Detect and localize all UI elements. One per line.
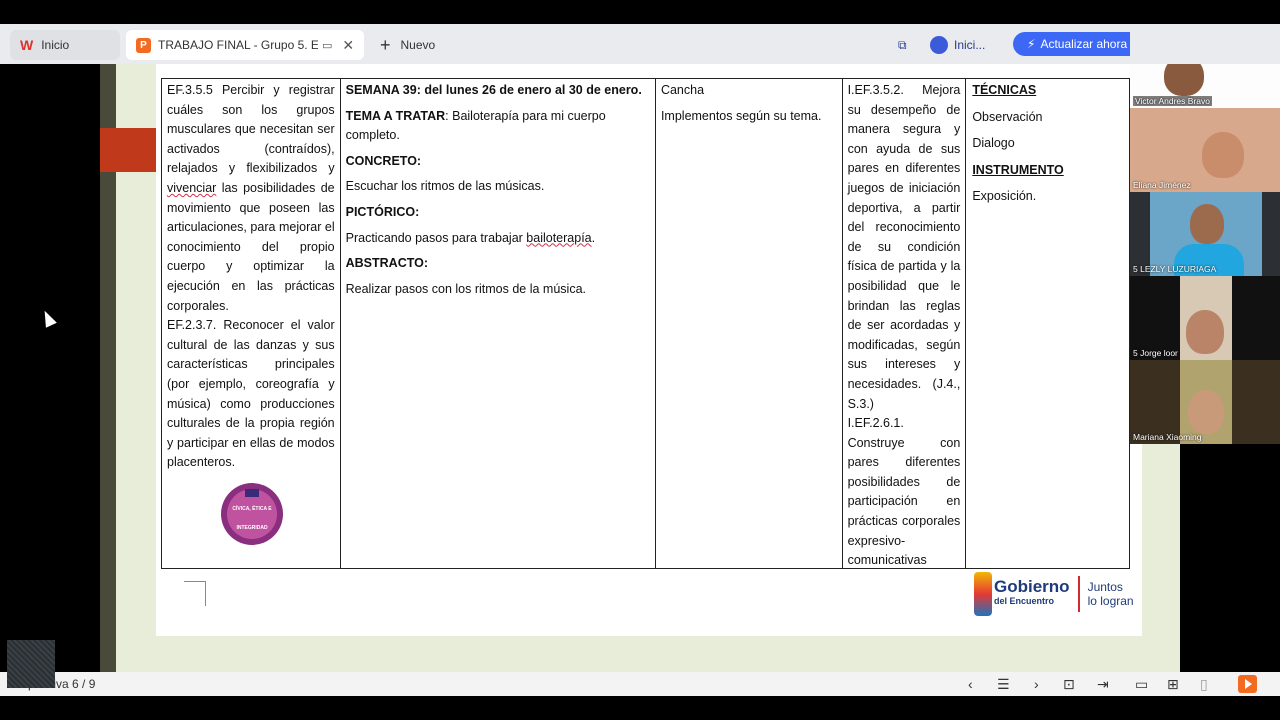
participant-tile[interactable]: 5 LEZLY LUZURIAGA	[1130, 192, 1280, 276]
participant-face	[1164, 64, 1204, 96]
status-bar: Diapositiva 6 / 9 ‹ ☰ › ⊡ ⇥ ▭ ⊞ ▯	[0, 672, 1280, 696]
presentation-icon: P	[136, 37, 151, 53]
reading-view-icon[interactable]: ▯	[1200, 676, 1208, 692]
webcam-thumbnail	[7, 640, 55, 688]
flag-icon	[245, 488, 259, 497]
concrete-label: CONCRETO:	[345, 153, 422, 168]
technique-observation: Observación	[972, 109, 1043, 124]
bottom-letterbox	[0, 696, 1280, 720]
concrete-text: Escuchar los ritmos de las músicas.	[345, 179, 545, 194]
logo-encuentro: del Encuentro	[994, 596, 1055, 606]
participant-face	[1202, 132, 1244, 178]
table-col-skills: EF.3.5.5 Percibir y registrar cuáles son…	[162, 79, 341, 568]
indicator-text-2: I.EF.2.6.1. Construye con pares diferent…	[847, 416, 961, 568]
prev-slide-icon[interactable]: ‹	[968, 676, 973, 692]
update-now-button[interactable]: ⚡ Actualizar ahora	[1013, 32, 1130, 56]
fit-slide-icon[interactable]: ⊡	[1063, 676, 1075, 692]
table-col-activities: SEMANA 39: del lunes 26 de enero al 30 d…	[341, 79, 656, 568]
notes-icon[interactable]: ☰	[997, 676, 1010, 692]
skill-text-1a: EF.3.5.5 Percibir y registrar cuáles son…	[167, 83, 335, 176]
participant-face	[1188, 390, 1224, 434]
tab-new[interactable]: + Nuevo	[378, 30, 458, 60]
government-logo: Gobierno del Encuentro Juntos lo logran	[974, 566, 1144, 622]
tab-document-title: TRABAJO FINAL - Grupo 5. E	[158, 38, 318, 52]
lightning-icon: ⚡	[1027, 37, 1036, 51]
skill-text-1c: las posibilidades de movimiento que pose…	[167, 180, 335, 313]
pictoric-row: Practicando pasos para trabajar bailoter…	[345, 230, 596, 245]
table-col-resources: Cancha Implementos según su tema.	[656, 79, 843, 568]
user-label: Inici...	[954, 38, 986, 52]
participant-tile[interactable]: Eliana Jiménez	[1130, 108, 1280, 192]
monitor-icon: ▭	[322, 39, 333, 52]
participant-name: 5 Jorge loor	[1133, 348, 1178, 358]
slide-red-accent	[100, 128, 156, 172]
grid-view-icon[interactable]: ⊞	[1167, 676, 1179, 692]
user-avatar-icon	[930, 36, 948, 54]
tab-document[interactable]: P TRABAJO FINAL - Grupo 5. E ▭ ✕	[126, 30, 364, 60]
update-now-label: Actualizar ahora	[1040, 37, 1128, 51]
participant-tile[interactable]: 5 Jorge loor	[1130, 276, 1280, 360]
resource-place: Cancha	[660, 83, 705, 97]
indicator-text-1: I.EF.3.5.2. Mejora su desempeño de maner…	[847, 83, 961, 411]
pictoric-label: PICTÓRICO:	[345, 204, 420, 219]
logo-divider	[1077, 576, 1080, 612]
table-col-indicators: I.EF.3.5.2. Mejora su desempeño de maner…	[843, 79, 967, 568]
close-icon[interactable]: ✕	[342, 37, 354, 54]
government-swirl-icon	[974, 572, 992, 616]
logo-juntos: Juntos	[1087, 580, 1123, 594]
next-slide-icon[interactable]: ›	[1034, 676, 1039, 692]
tab-home[interactable]: W Inicio	[10, 30, 120, 60]
plus-icon: +	[380, 34, 391, 55]
instrument-label: INSTRUMENTO	[972, 162, 1064, 177]
badge-text: CÍVICA, ÉTICA E INTEGRIDAD	[232, 505, 272, 532]
skill-text-1b: vivenciar	[167, 180, 217, 195]
abstract-label: ABSTRACTO:	[345, 256, 429, 271]
instrument-exposition: Exposición.	[972, 189, 1037, 204]
logo-lo-logran: lo logran	[1087, 594, 1134, 608]
pictoric-text: Practicando pasos para trabajar	[345, 230, 527, 245]
participant-name: Mariana Xiaoming	[1133, 432, 1202, 442]
screen: W Inicio P TRABAJO FINAL - Grupo 5. E ▭ …	[0, 0, 1280, 720]
pictoric-word: bailoterapía	[526, 230, 592, 245]
abstract-text: Realizar pasos con los ritmos de la músi…	[345, 281, 586, 296]
wps-logo-icon: W	[20, 37, 34, 53]
tab-home-label: Inicio	[41, 38, 70, 52]
planning-table: EF.3.5.5 Percibir y registrar cuáles son…	[161, 78, 1130, 569]
participant-tile[interactable]: Mariana Xiaoming	[1130, 360, 1280, 444]
participant-face	[1186, 310, 1224, 354]
table-col-evaluation: TÉCNICAS Observación Dialogo INSTRUMENTO…	[966, 79, 1129, 568]
participant-name: 5 LEZLY LUZURIAGA	[1133, 264, 1217, 274]
topic-label: TEMA A TRATAR	[345, 108, 446, 123]
participant-tile[interactable]: Victor Andres Bravo	[1130, 64, 1280, 108]
resource-implements: Implementos según su tema.	[660, 108, 822, 123]
window-copy-icon[interactable]: ⧉	[898, 32, 916, 58]
week-heading: SEMANA 39: del lunes 26 de enero al 30 d…	[345, 83, 642, 97]
tab-new-label: Nuevo	[400, 38, 436, 52]
technique-dialogue: Dialogo	[972, 136, 1015, 151]
crop-mark	[184, 581, 206, 606]
participant-name: Eliana Jiménez	[1133, 180, 1191, 190]
skill-text-2: EF.2.3.7. Reconocer el valor cultural de…	[167, 318, 335, 470]
user-account-button[interactable]: Inici...	[930, 32, 1000, 58]
civic-ethics-badge-icon: CÍVICA, ÉTICA E INTEGRIDAD	[221, 482, 283, 545]
participant-name: Victor Andres Bravo	[1133, 96, 1212, 106]
techniques-label: TÉCNICAS	[972, 83, 1037, 97]
participant-face	[1190, 204, 1224, 244]
topic-row: TEMA A TRATAR: Bailoterapía para mi cuer…	[346, 107, 650, 146]
logo-gobierno: Gobierno	[994, 577, 1070, 596]
normal-view-icon[interactable]: ▭	[1135, 676, 1148, 692]
left-pane	[0, 64, 100, 672]
video-participants: Victor Andres Bravo Eliana Jiménez 5 LEZ…	[1130, 64, 1280, 444]
play-slideshow-icon[interactable]	[1238, 675, 1257, 693]
export-icon[interactable]: ⇥	[1097, 676, 1109, 692]
